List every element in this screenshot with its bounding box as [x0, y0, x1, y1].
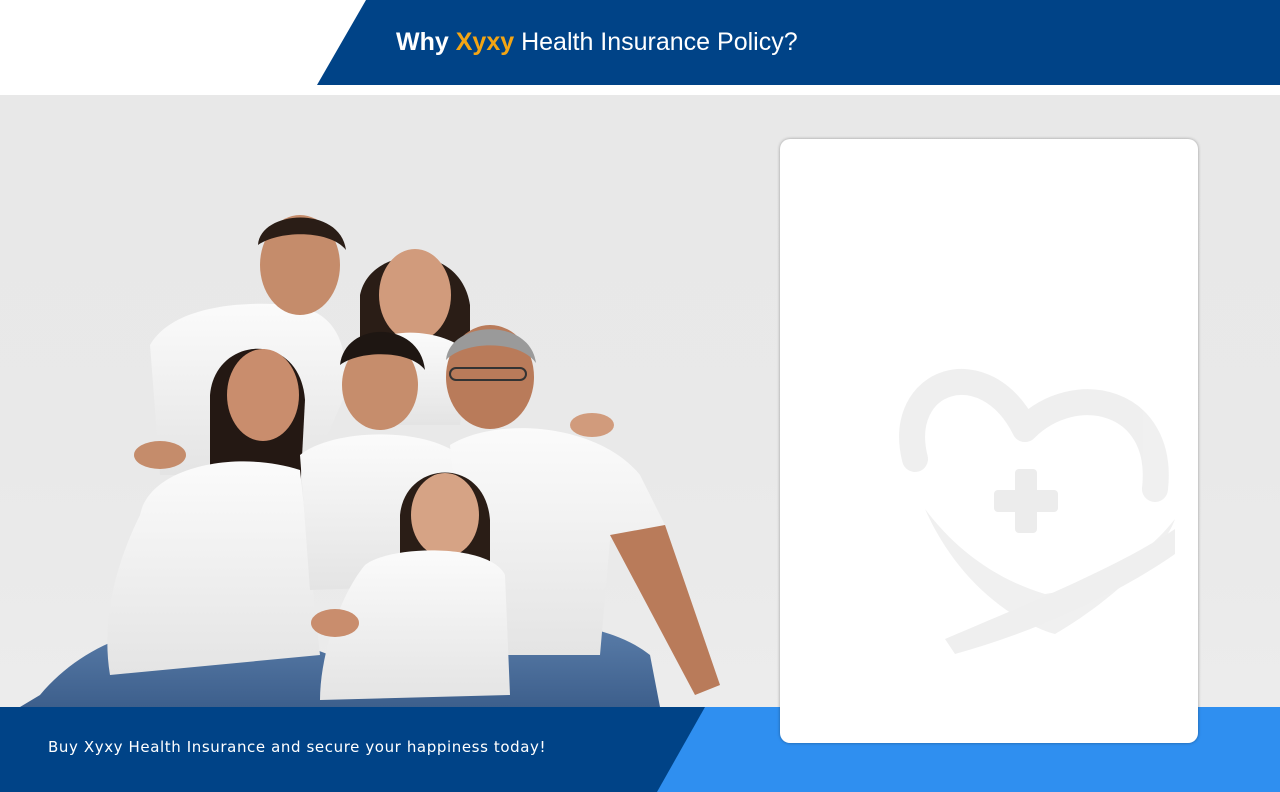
title-prefix: Why	[396, 28, 449, 56]
heart-hand-cross-icon	[899, 368, 1175, 654]
page-title: Why Xyxy Health Insurance Policy?	[396, 27, 798, 57]
title-suffix: Health Insurance Policy?	[521, 28, 798, 56]
family-photo	[20, 215, 720, 707]
footer-tagline: Buy Xyxy Health Insurance and secure you…	[48, 738, 547, 756]
page: Why Xyxy Health Insurance Policy? Buy Xy…	[0, 0, 1280, 792]
info-card	[780, 139, 1198, 743]
title-brand: Xyxy	[455, 28, 515, 56]
